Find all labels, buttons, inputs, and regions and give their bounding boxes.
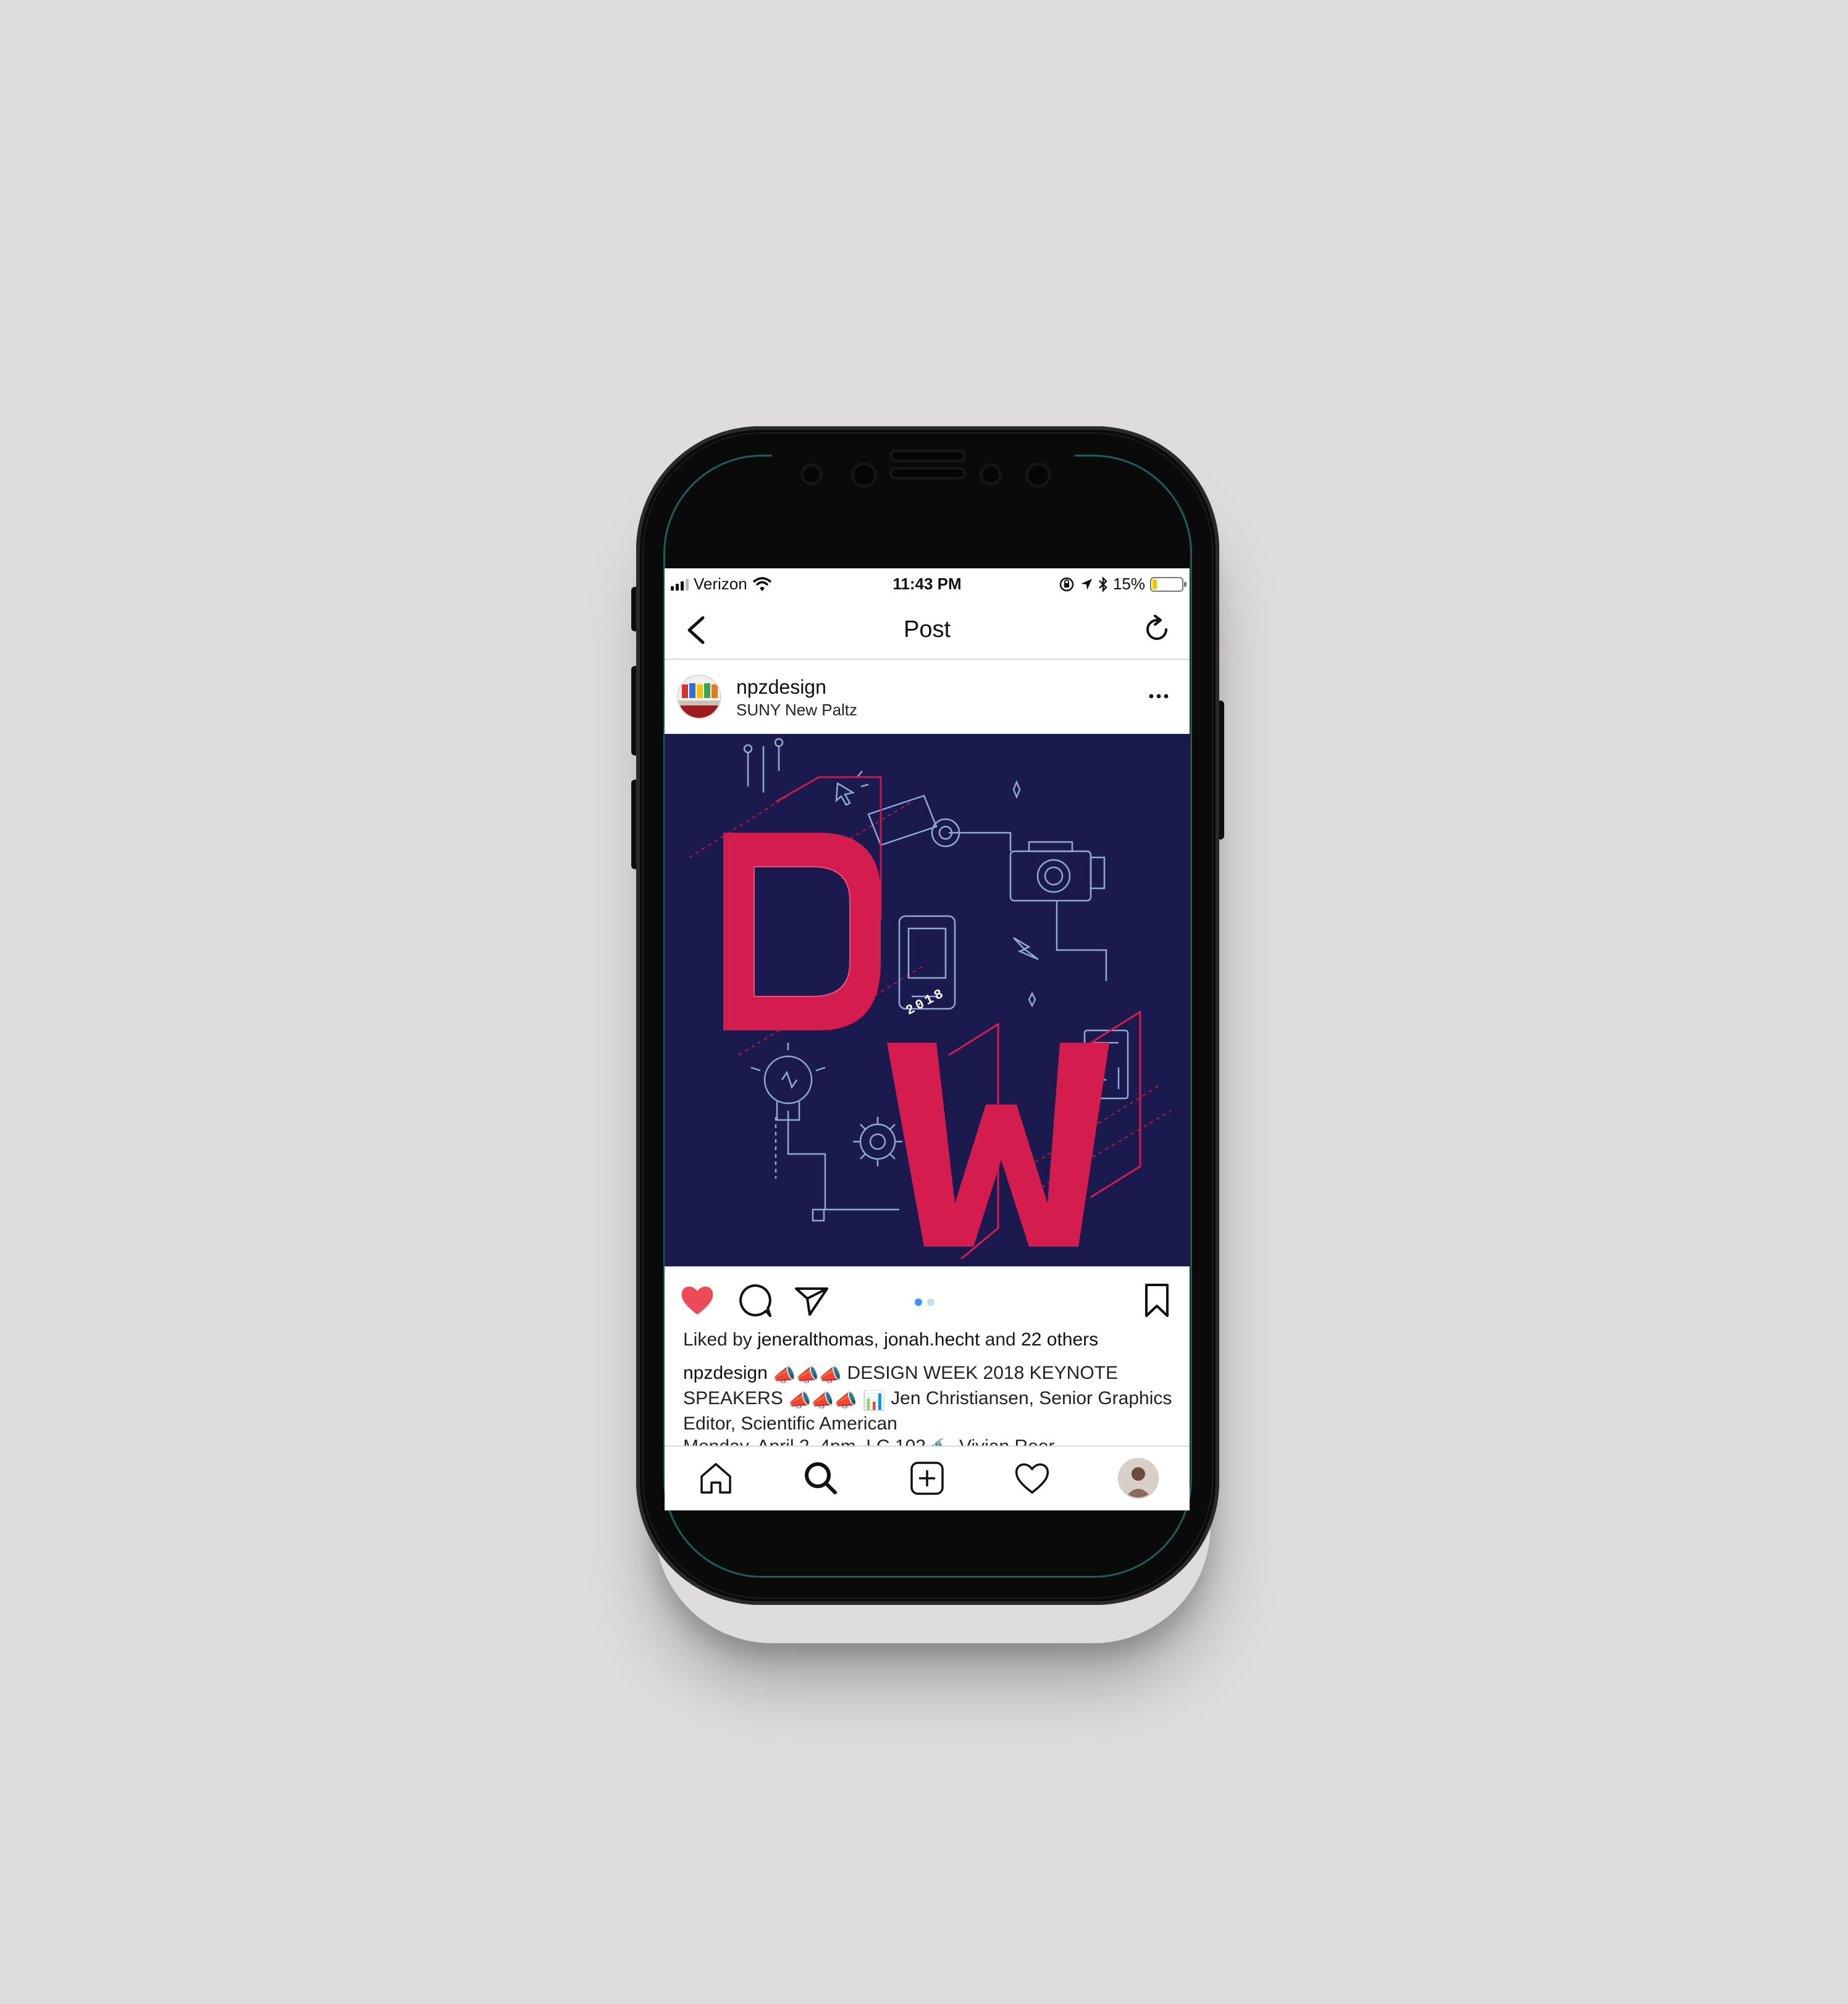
battery-level [1153,579,1157,589]
ambient-light-sensor-icon [1025,462,1051,488]
bar-chart-icon: 📊 [862,1391,886,1411]
earpiece-speaker-lower [889,467,966,479]
proximity-sensor-icon [980,463,1002,486]
status-bar: Verizon 11:43 PM 15% [665,568,1190,599]
author-username[interactable]: npzdesign [736,676,826,699]
share-paper-plane-icon[interactable] [792,1281,831,1320]
carousel-dot-active [915,1299,922,1306]
earpiece-speaker [889,450,966,462]
bookmark-icon[interactable] [1138,1281,1176,1320]
page-title: Post [903,617,951,642]
post-header: npzdesign SUNY New Paltz [665,660,1190,734]
carousel-dot [927,1299,934,1306]
likes-prefix: Liked by [683,1329,758,1350]
new-post-icon[interactable] [907,1458,947,1499]
megaphone-icon: 📣📣📣 [788,1391,858,1411]
battery-percent: 15% [1112,575,1145,593]
bottom-tab-bar [665,1446,1190,1510]
bluetooth-icon [1099,576,1107,592]
caption-username[interactable]: npzdesign [683,1363,768,1383]
liker-link[interactable]: jonah.hecht [884,1329,980,1350]
avatar-image-icon [678,676,720,718]
orientation-lock-icon [1059,577,1074,591]
more-horizontal-icon[interactable] [1146,687,1171,705]
status-right: 15% [1059,575,1186,594]
home-icon[interactable] [695,1458,736,1499]
search-icon[interactable] [800,1458,841,1499]
like-heart-icon[interactable] [678,1281,716,1320]
nav-bar: Post [665,599,1190,660]
location-arrow-icon [1080,578,1092,590]
refresh-icon[interactable] [1140,613,1174,646]
activity-heart-icon[interactable] [1012,1458,1052,1499]
comment-icon[interactable] [736,1281,774,1320]
post-image[interactable]: 2018 [665,734,1190,1266]
front-camera-icon [851,462,877,488]
likes-others-link[interactable]: 22 others [1021,1329,1098,1350]
battery-icon [1150,576,1186,592]
likes-and: and [980,1329,1022,1350]
profile-photo-icon [1119,1459,1157,1497]
carousel-indicator [915,1299,934,1306]
post-caption: npzdesign 📣📣📣 DESIGN WEEK 2018 KEYNOTE S… [683,1362,1177,1454]
phone-screen: Verizon 11:43 PM 15% Post npzdesign SUNY… [665,568,1190,1510]
likes-summary: Liked by jeneralthomas, jonah.hecht and … [683,1329,1098,1350]
design-week-illustration: 2018 [665,734,1190,1266]
front-sensor-icon [800,463,823,486]
post-location[interactable]: SUNY New Paltz [736,701,857,720]
liker-link[interactable]: jeneralthomas [757,1329,873,1350]
author-avatar[interactable] [677,675,721,719]
likes-separator: , [873,1329,884,1350]
megaphone-icon: 📣📣📣 [773,1365,842,1386]
profile-avatar[interactable] [1118,1458,1159,1499]
post-actions [665,1266,1190,1334]
